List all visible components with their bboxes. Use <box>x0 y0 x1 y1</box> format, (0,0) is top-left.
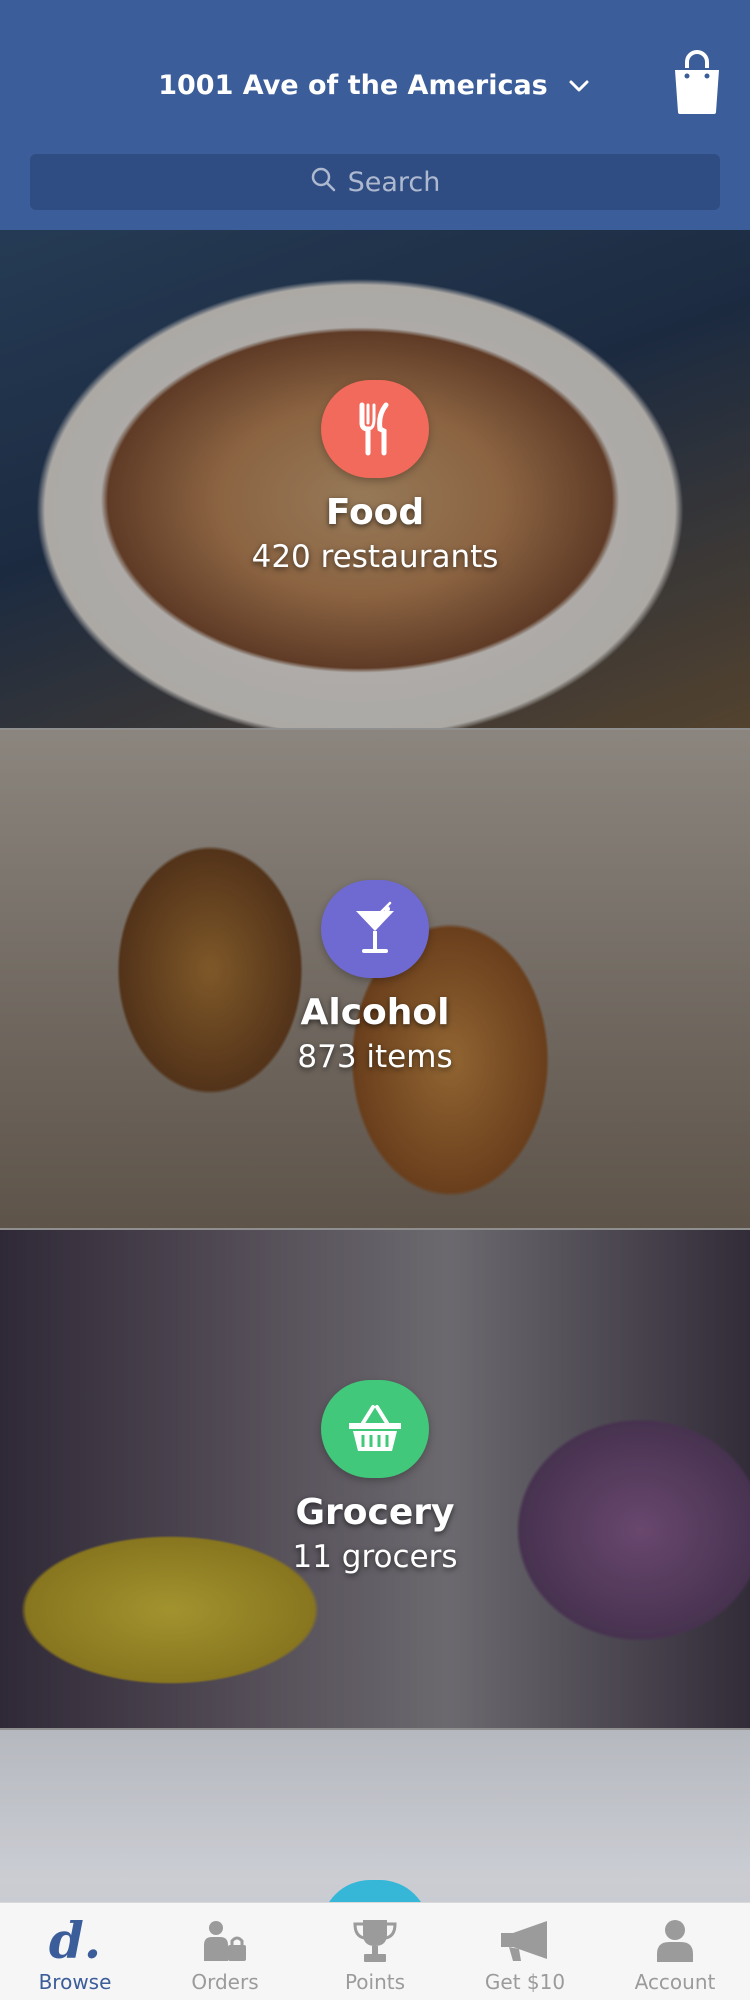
category-title: Grocery <box>295 1492 455 1533</box>
tab-label: Account <box>634 1970 716 1994</box>
account-icon <box>655 1912 695 1970</box>
megaphone-icon <box>499 1912 551 1970</box>
fork-knife-icon <box>321 380 429 478</box>
search-placeholder: Search <box>347 166 441 198</box>
trophy-icon <box>352 1912 398 1970</box>
category-card-alcohol[interactable]: Alcohol 873 items <box>0 730 750 1230</box>
tab-points[interactable]: Points <box>300 1903 450 2000</box>
category-card-grocery[interactable]: Grocery 11 grocers <box>0 1230 750 1730</box>
tab-account[interactable]: Account <box>600 1903 750 2000</box>
browse-logo-icon: d. <box>48 1911 102 1970</box>
search-input[interactable]: Search <box>30 154 720 210</box>
category-count: 11 grocers <box>292 1539 458 1575</box>
tab-get-10[interactable]: Get $10 <box>450 1903 600 2000</box>
chevron-down-icon <box>566 73 592 99</box>
tab-label: Orders <box>191 1970 259 1994</box>
tab-orders[interactable]: Orders <box>150 1903 300 2000</box>
category-title: Alcohol <box>300 992 450 1033</box>
search-icon <box>310 166 336 199</box>
tab-label: Browse <box>38 1970 112 1994</box>
tab-browse[interactable]: d. Browse <box>0 1903 150 2000</box>
shopping-bag-icon[interactable] <box>672 50 722 116</box>
category-card-food[interactable]: Food 420 restaurants <box>0 230 750 730</box>
basket-icon <box>321 1380 429 1478</box>
tab-label: Points <box>344 1970 406 1994</box>
category-title: Food <box>325 492 425 533</box>
category-count: 873 items <box>297 1039 453 1075</box>
address-label: 1001 Ave of the Americas <box>158 70 548 101</box>
cocktail-icon <box>321 880 429 978</box>
tab-label: Get $10 <box>484 1970 566 1994</box>
orders-icon <box>202 1912 248 1970</box>
app-header: 1001 Ave of the Americas Search <box>0 0 750 230</box>
bottom-tab-bar: d. Browse Orders Points Get $10 Account <box>0 1902 750 2000</box>
category-count: 420 restaurants <box>251 539 499 575</box>
address-selector[interactable]: 1001 Ave of the Americas <box>0 70 750 101</box>
